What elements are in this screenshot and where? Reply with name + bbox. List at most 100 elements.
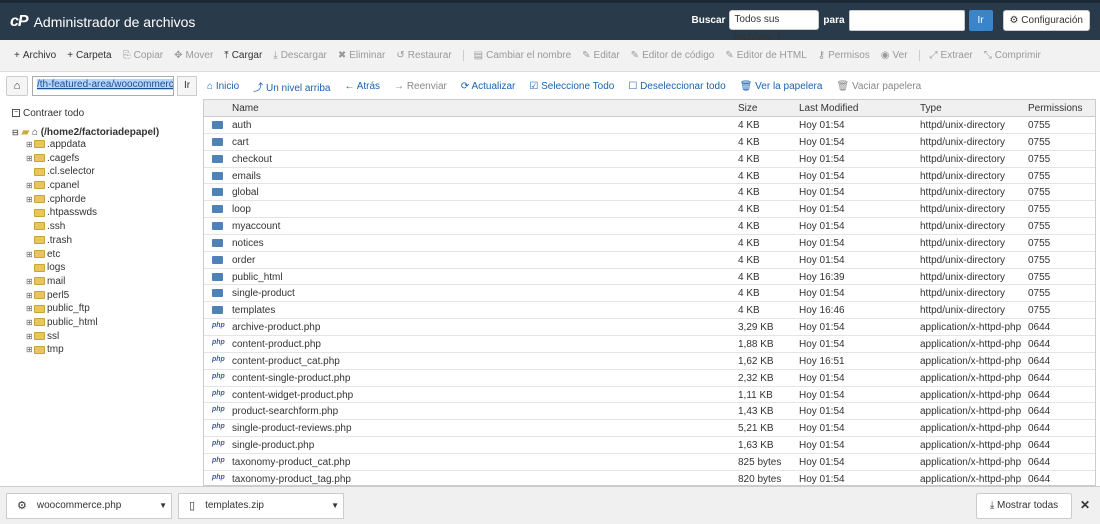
tree-item[interactable]: .trash bbox=[12, 234, 202, 248]
toolbar-extract-button[interactable]: ⤢ Extraer bbox=[918, 50, 973, 61]
table-row[interactable]: php content-product_cat.php 1,62 KB Hoy 16:… bbox=[204, 353, 1095, 370]
table-row[interactable]: single-product 4 KB Hoy 01:54 httpd/unix-di… bbox=[204, 285, 1095, 303]
app-logo[interactable]: cP Administrador de archivos bbox=[10, 13, 195, 31]
nav-arrow-right-button[interactable]: → Reenviar bbox=[394, 81, 447, 92]
toolbar-restore-button[interactable]: ↺ Restaurar bbox=[396, 50, 451, 61]
tree-item[interactable]: .cl.selector bbox=[12, 165, 202, 179]
search-scope-select[interactable]: Todos sus archivos ⇕ bbox=[729, 10, 820, 43]
tree-item[interactable]: ⊞ .cphorde bbox=[12, 193, 202, 207]
path-input[interactable]: /th-featured-area/woocommerce bbox=[32, 76, 174, 96]
collapse-all-button[interactable]: − Contraer todo bbox=[12, 108, 202, 119]
tree-item[interactable]: .ssh bbox=[12, 220, 202, 234]
table-row[interactable]: templates 4 KB Hoy 16:46 httpd/unix-directo… bbox=[204, 302, 1095, 320]
expand-icon[interactable]: ⊞ bbox=[26, 193, 34, 207]
file-name: templates bbox=[232, 305, 276, 317]
close-icon[interactable]: ✕ bbox=[1080, 498, 1090, 512]
nav-arrow-left-button[interactable]: ← Atrás bbox=[344, 81, 380, 92]
download-item[interactable]: ▯ templates.zip ▼ bbox=[178, 492, 344, 519]
table-row[interactable]: php single-product.php 1,63 KB Hoy 01:54 app… bbox=[204, 437, 1095, 454]
tree-item[interactable]: ⊞ .cpanel bbox=[12, 179, 202, 193]
table-row[interactable]: php single-product-reviews.php 5,21 KB Hoy … bbox=[204, 420, 1095, 438]
tree-item[interactable]: logs bbox=[12, 261, 202, 275]
toolbar-download-button[interactable]: ⤓ Descargar bbox=[273, 50, 327, 61]
chevron-down-icon[interactable]: ▼ bbox=[159, 501, 167, 510]
table-row[interactable]: php archive-product.php 3,29 KB Hoy 01:54 ap… bbox=[204, 319, 1095, 336]
toolbar-upload-button[interactable]: ⤒ Cargar bbox=[224, 50, 262, 61]
toolbar-plus-button[interactable]: + Archivo bbox=[14, 50, 56, 61]
nav-trash-button[interactable]: 🗑 Ver la papelera bbox=[740, 81, 823, 92]
tree-root[interactable]: ⊟ ▰ ⌂ (/home2/factoriadepapel) bbox=[12, 127, 202, 138]
table-row[interactable]: cart 4 KB Hoy 01:54 httpd/unix-directory 075… bbox=[204, 134, 1095, 151]
expand-icon[interactable]: ⊞ bbox=[26, 289, 34, 303]
table-row[interactable]: php content-widget-product.php 1,11 KB Hoy … bbox=[204, 387, 1095, 404]
toolbar-copy-button[interactable]: ⎘ Copiar bbox=[123, 50, 163, 61]
expand-icon[interactable]: ⊞ bbox=[26, 138, 34, 152]
tree-item[interactable]: ⊞ mail bbox=[12, 275, 202, 289]
expand-icon[interactable]: ⊞ bbox=[26, 275, 34, 289]
search-input[interactable] bbox=[848, 9, 965, 31]
table-row[interactable]: checkout 4 KB Hoy 01:54 httpd/unix-director… bbox=[204, 151, 1095, 168]
trash-icon: 🗑 bbox=[739, 80, 753, 92]
toolbar-key-button[interactable]: ⚷ Permisos bbox=[818, 50, 870, 61]
expand-icon[interactable]: ⊞ bbox=[26, 343, 34, 357]
tree-item[interactable]: ⊞ .appdata bbox=[12, 138, 202, 152]
expand-icon[interactable]: ⊞ bbox=[26, 152, 34, 166]
show-all-button[interactable]: ⤓ Mostrar todas bbox=[976, 493, 1072, 519]
search-go-button[interactable]: Ir bbox=[968, 9, 993, 31]
tree-item[interactable]: .htpasswds bbox=[12, 206, 202, 220]
toolbar-delete-button[interactable]: ✖ Eliminar bbox=[338, 50, 386, 61]
table-row[interactable]: php content-product.php 1,88 KB Hoy 01:54 ap… bbox=[204, 336, 1095, 353]
column-permissions[interactable]: Permissions bbox=[1028, 103, 1082, 114]
table-row[interactable]: php taxonomy-product_tag.php 820 bytes Hoy … bbox=[204, 471, 1095, 485]
nav-trash-empty-button[interactable]: 🗑 Vaciar papelera bbox=[836, 81, 921, 92]
toolbar-html-editor-button[interactable]: ✎ Editor de HTML bbox=[725, 50, 806, 61]
nav-refresh-button[interactable]: ⟳ Actualizar bbox=[461, 81, 516, 92]
column-name[interactable]: Name bbox=[232, 103, 259, 114]
nav-square-button[interactable]: ☐ Deseleccionar todo bbox=[628, 81, 725, 92]
nav-label: Un nivel arriba bbox=[265, 82, 331, 94]
column-modified[interactable]: Last Modified bbox=[799, 103, 858, 114]
tree-item[interactable]: ⊞ etc bbox=[12, 248, 202, 262]
path-go-button[interactable]: Ir bbox=[177, 76, 197, 96]
tree-item[interactable]: ⊞ .cagefs bbox=[12, 152, 202, 166]
folder-icon bbox=[34, 167, 45, 176]
table-row[interactable]: public_html 4 KB Hoy 16:39 httpd/unix-direc… bbox=[204, 269, 1095, 286]
table-row[interactable]: auth 4 KB Hoy 01:54 httpd/unix-directory 075… bbox=[204, 117, 1095, 134]
table-row[interactable]: php content-single-product.php 2,32 KB Hoy … bbox=[204, 370, 1095, 387]
table-row[interactable]: emails 4 KB Hoy 01:54 httpd/unix-directory 0… bbox=[204, 168, 1095, 185]
tree-item[interactable]: ⊞ ssl bbox=[12, 330, 202, 344]
settings-button[interactable]: ⚙ Configuración bbox=[1002, 9, 1090, 31]
chevron-down-icon[interactable]: ▼ bbox=[331, 501, 339, 510]
table-row[interactable]: loop 4 KB Hoy 01:54 httpd/unix-directory 075… bbox=[204, 201, 1095, 219]
expand-icon[interactable]: ⊞ bbox=[26, 316, 34, 330]
nav-check-square-button[interactable]: ☑ Seleccione Todo bbox=[529, 81, 614, 92]
expand-icon[interactable]: ⊞ bbox=[26, 179, 34, 193]
expand-icon[interactable]: ⊞ bbox=[26, 302, 34, 316]
column-size[interactable]: Size bbox=[738, 103, 757, 114]
table-row[interactable]: order 4 KB Hoy 01:54 httpd/unix-directory 07… bbox=[204, 252, 1095, 269]
table-row[interactable]: myaccount 4 KB Hoy 01:54 httpd/unix-directo… bbox=[204, 218, 1095, 235]
toolbar-eye-button[interactable]: ◉ Ver bbox=[881, 50, 908, 61]
download-item[interactable]: ⚙ woocommerce.php ▼ bbox=[6, 492, 172, 519]
tree-item[interactable]: ⊞ perl5 bbox=[12, 289, 202, 303]
toolbar-plus-button[interactable]: + Carpeta bbox=[67, 50, 111, 61]
tree-item[interactable]: ⊞ public_html bbox=[12, 316, 202, 330]
table-row[interactable]: global 4 KB Hoy 01:54 httpd/unix-directory 0… bbox=[204, 184, 1095, 202]
table-row[interactable]: php product-searchform.php 1,43 KB Hoy 01:5… bbox=[204, 403, 1095, 421]
toolbar-move-button[interactable]: ✥ Mover bbox=[174, 50, 213, 61]
expand-icon[interactable]: ⊞ bbox=[26, 248, 34, 262]
toolbar-compress-button[interactable]: ⤡ Comprimir bbox=[984, 50, 1041, 61]
tree-item[interactable]: ⊞ tmp bbox=[12, 343, 202, 357]
zip-file-icon: ▯ bbox=[189, 500, 196, 512]
home-button[interactable]: ⌂ bbox=[6, 76, 28, 96]
toolbar-code-editor-button[interactable]: ✎ Editor de código bbox=[631, 50, 715, 61]
tree-item[interactable]: ⊞ public_ftp bbox=[12, 302, 202, 316]
table-row[interactable]: notices 4 KB Hoy 01:54 httpd/unix-directory… bbox=[204, 235, 1095, 252]
column-type[interactable]: Type bbox=[920, 103, 942, 114]
toolbar-edit-button[interactable]: ✎ Editar bbox=[582, 50, 620, 61]
table-row[interactable]: php taxonomy-product_cat.php 825 bytes Hoy … bbox=[204, 454, 1095, 471]
nav-level-up-button[interactable]: ⤴ Un nivel arriba bbox=[253, 79, 330, 94]
toolbar-rename-button[interactable]: ▤ Cambiar el nombre bbox=[462, 50, 571, 61]
nav-home-button[interactable]: ⌂ Inicio bbox=[207, 81, 239, 92]
expand-icon[interactable]: ⊞ bbox=[26, 330, 34, 344]
